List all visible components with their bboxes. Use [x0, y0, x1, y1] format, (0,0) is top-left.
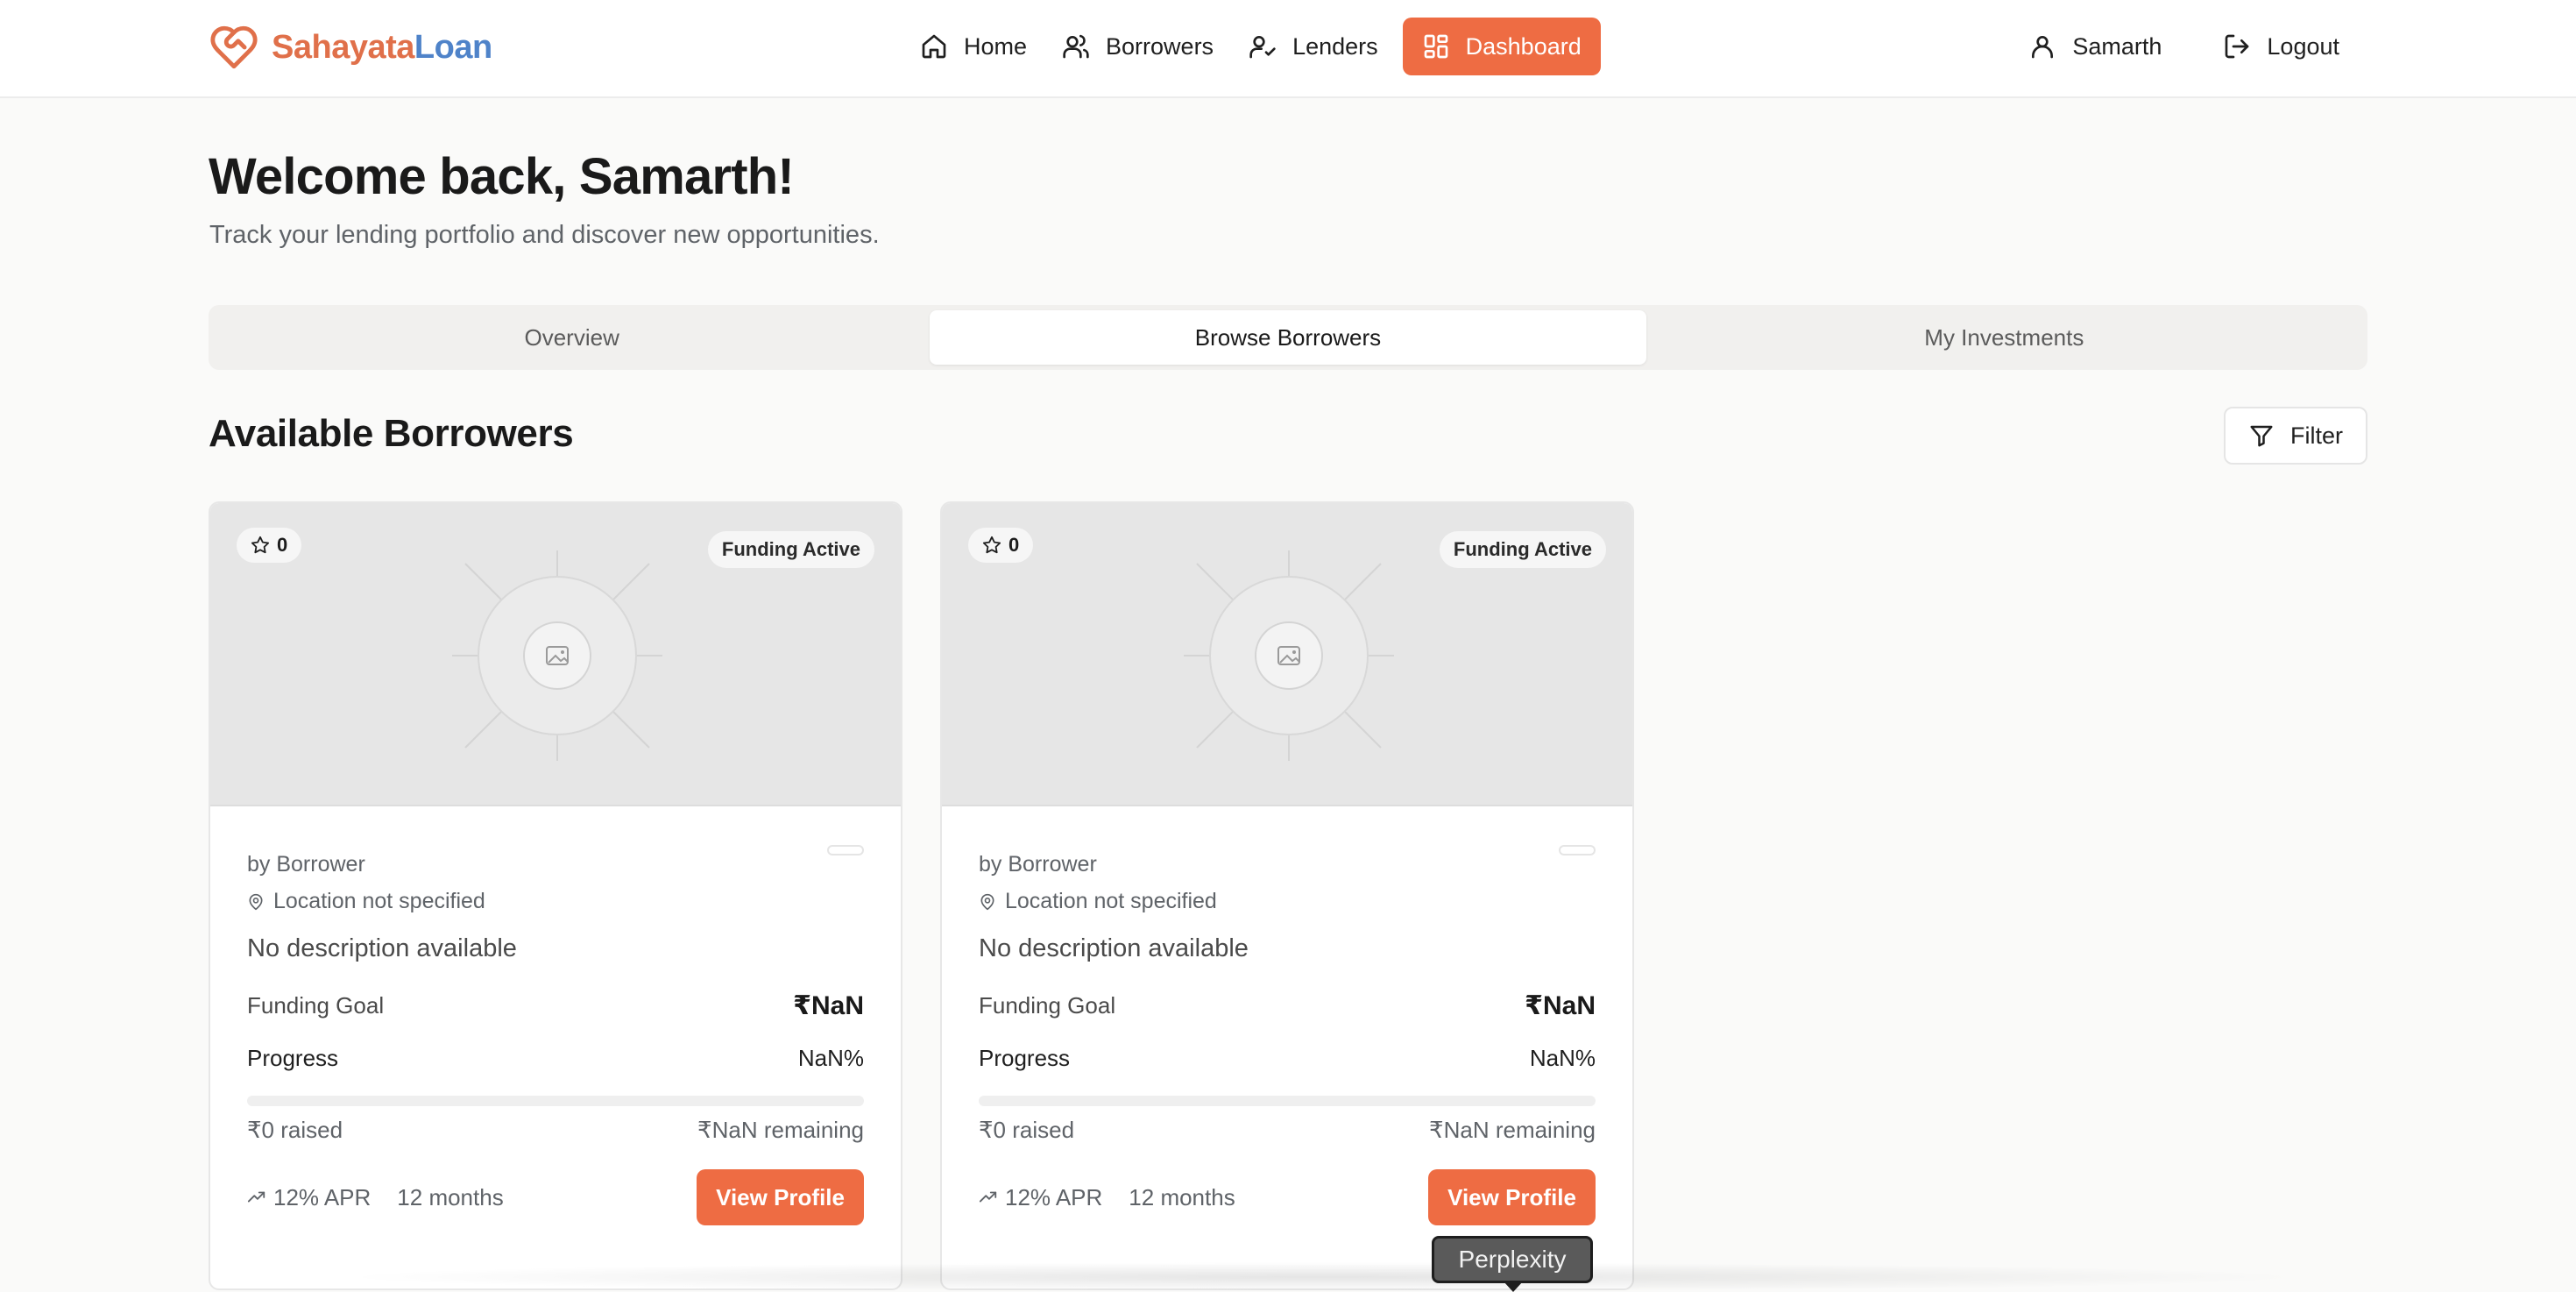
remaining-amount: ₹NaN remaining — [697, 1117, 864, 1143]
bottom-shadow — [333, 1262, 2313, 1292]
funding-goal-label: Funding Goal — [247, 992, 385, 1019]
borrower-card-body: by Borrower Location not specified No de… — [247, 806, 864, 1288]
raised-row: ₹0 raised ₹NaN remaining — [247, 1117, 864, 1144]
borrower-card: 0 Funding Active by Borrower Location no… — [940, 501, 1634, 1290]
borrower-image-placeholder: 0 Funding Active — [210, 503, 901, 806]
borrower-name: by Borrower — [247, 852, 365, 877]
home-icon — [922, 34, 946, 59]
status-badge: Funding Active — [1439, 531, 1606, 568]
borrower-description: No description available — [979, 934, 1249, 962]
location-text: Location not specified — [1005, 889, 1217, 913]
trending-up-icon — [979, 1191, 997, 1203]
card-footer: 12% APR 12 months View Profile — [979, 1169, 1596, 1225]
tab-my-investments[interactable]: My Investments — [1646, 310, 2362, 365]
raised-amount: ₹0 raised — [247, 1117, 343, 1143]
star-icon — [982, 536, 1001, 554]
image-placeholder-icon — [452, 550, 662, 761]
apr-value: 12% APR — [1005, 1183, 1103, 1210]
user-name: Samarth — [2072, 32, 2162, 60]
funding-goal-value: ₹NaN — [1525, 991, 1596, 1020]
view-profile-button[interactable]: View Profile — [697, 1169, 864, 1225]
brand-logo[interactable]: SahayataLoan — [209, 21, 492, 74]
users-icon — [1063, 34, 1089, 59]
progress-label: Progress — [247, 1045, 339, 1071]
view-profile-button[interactable]: View Profile — [1428, 1169, 1596, 1225]
heart-handshake-icon — [210, 25, 258, 69]
tooltip: Perplexity — [1432, 1236, 1593, 1283]
filter-button[interactable]: Filter — [2224, 407, 2367, 465]
rating-badge: 0 — [968, 528, 1034, 563]
top-navigation-bar: SahayataLoan Home Borrowers Lenders Dash… — [0, 0, 2576, 98]
logout-button[interactable]: Logout — [2205, 18, 2357, 75]
location-text: Location not specified — [273, 889, 485, 913]
funding-goal-row: Funding Goal ₹NaN — [247, 990, 864, 1021]
nav-dashboard[interactable]: Dashboard — [1402, 18, 1601, 75]
progress-value: NaN% — [1529, 1045, 1596, 1071]
rating-badge: 0 — [237, 528, 302, 563]
star-icon — [251, 536, 270, 554]
borrower-image-placeholder: 0 Funding Active — [942, 503, 1632, 806]
filter-label: Filter — [2290, 422, 2343, 449]
brand-name: SahayataLoan — [272, 28, 492, 66]
borrower-card-body: by Borrower Location not specified No de… — [979, 806, 1596, 1288]
nav-lenders[interactable]: Lenders — [1231, 18, 1396, 75]
nav-home[interactable]: Home — [902, 18, 1044, 75]
progress-value: NaN% — [797, 1045, 864, 1071]
logout-icon — [2226, 34, 2249, 59]
rating-value: 0 — [277, 534, 288, 556]
category-tag — [1559, 845, 1596, 855]
nav-dashboard-label: Dashboard — [1465, 32, 1582, 60]
user-area: Samarth Logout — [2011, 18, 2357, 75]
borrower-card: 0 Funding Active by Borrower Location no… — [209, 501, 902, 1290]
progress-row: Progress NaN% — [979, 1045, 1596, 1072]
tab-browse-borrowers[interactable]: Browse Borrowers — [930, 310, 1646, 365]
nav-lenders-label: Lenders — [1292, 32, 1378, 60]
map-pin-icon — [249, 893, 263, 910]
loan-term: 12 months — [1129, 1183, 1235, 1210]
image-placeholder-icon — [1184, 550, 1394, 761]
page-subtitle: Track your lending portfolio and discove… — [209, 221, 880, 249]
raised-row: ₹0 raised ₹NaN remaining — [979, 1117, 1596, 1144]
borrower-location: Location not specified — [979, 889, 1217, 914]
nav-home-label: Home — [964, 32, 1028, 60]
main-nav: Home Borrowers Lenders Dashboard — [902, 18, 1601, 75]
filter-icon — [2250, 425, 2273, 447]
progress-bar — [979, 1096, 1596, 1106]
logout-label: Logout — [2267, 32, 2339, 60]
nav-borrowers[interactable]: Borrowers — [1044, 18, 1231, 75]
apr-value: 12% APR — [273, 1183, 372, 1210]
remaining-amount: ₹NaN remaining — [1429, 1117, 1596, 1143]
progress-label: Progress — [979, 1045, 1071, 1071]
dashboard-grid-icon — [1424, 34, 1447, 59]
map-pin-icon — [980, 893, 994, 910]
rating-value: 0 — [1008, 534, 1020, 556]
loan-terms: 12% APR 12 months — [979, 1184, 1235, 1211]
borrower-description: No description available — [247, 934, 517, 962]
funding-goal-label: Funding Goal — [979, 992, 1116, 1019]
section-title: Available Borrowers — [209, 412, 574, 455]
borrower-location: Location not specified — [247, 889, 485, 914]
category-tag — [827, 845, 864, 855]
card-footer: 12% APR 12 months View Profile — [247, 1169, 864, 1225]
progress-row: Progress NaN% — [247, 1045, 864, 1072]
funding-goal-value: ₹NaN — [793, 991, 864, 1020]
apr-info: 12% APR — [247, 1184, 371, 1211]
loan-terms: 12% APR 12 months — [247, 1184, 504, 1211]
user-check-icon — [1249, 36, 1276, 59]
progress-bar — [247, 1096, 864, 1106]
loan-term: 12 months — [397, 1183, 504, 1210]
page-title: Welcome back, Samarth! — [209, 148, 795, 205]
status-badge: Funding Active — [707, 531, 874, 568]
user-profile-link[interactable]: Samarth — [2011, 18, 2179, 75]
borrower-name: by Borrower — [979, 852, 1097, 877]
apr-info: 12% APR — [979, 1184, 1102, 1211]
funding-goal-row: Funding Goal ₹NaN — [979, 990, 1596, 1021]
trending-up-icon — [247, 1191, 265, 1203]
tooltip-pointer — [1504, 1281, 1523, 1292]
raised-amount: ₹0 raised — [979, 1117, 1075, 1143]
nav-borrowers-label: Borrowers — [1106, 32, 1214, 60]
tab-overview[interactable]: Overview — [214, 310, 930, 365]
dashboard-tabs: Overview Browse Borrowers My Investments — [209, 305, 2367, 370]
user-icon — [2032, 36, 2054, 59]
